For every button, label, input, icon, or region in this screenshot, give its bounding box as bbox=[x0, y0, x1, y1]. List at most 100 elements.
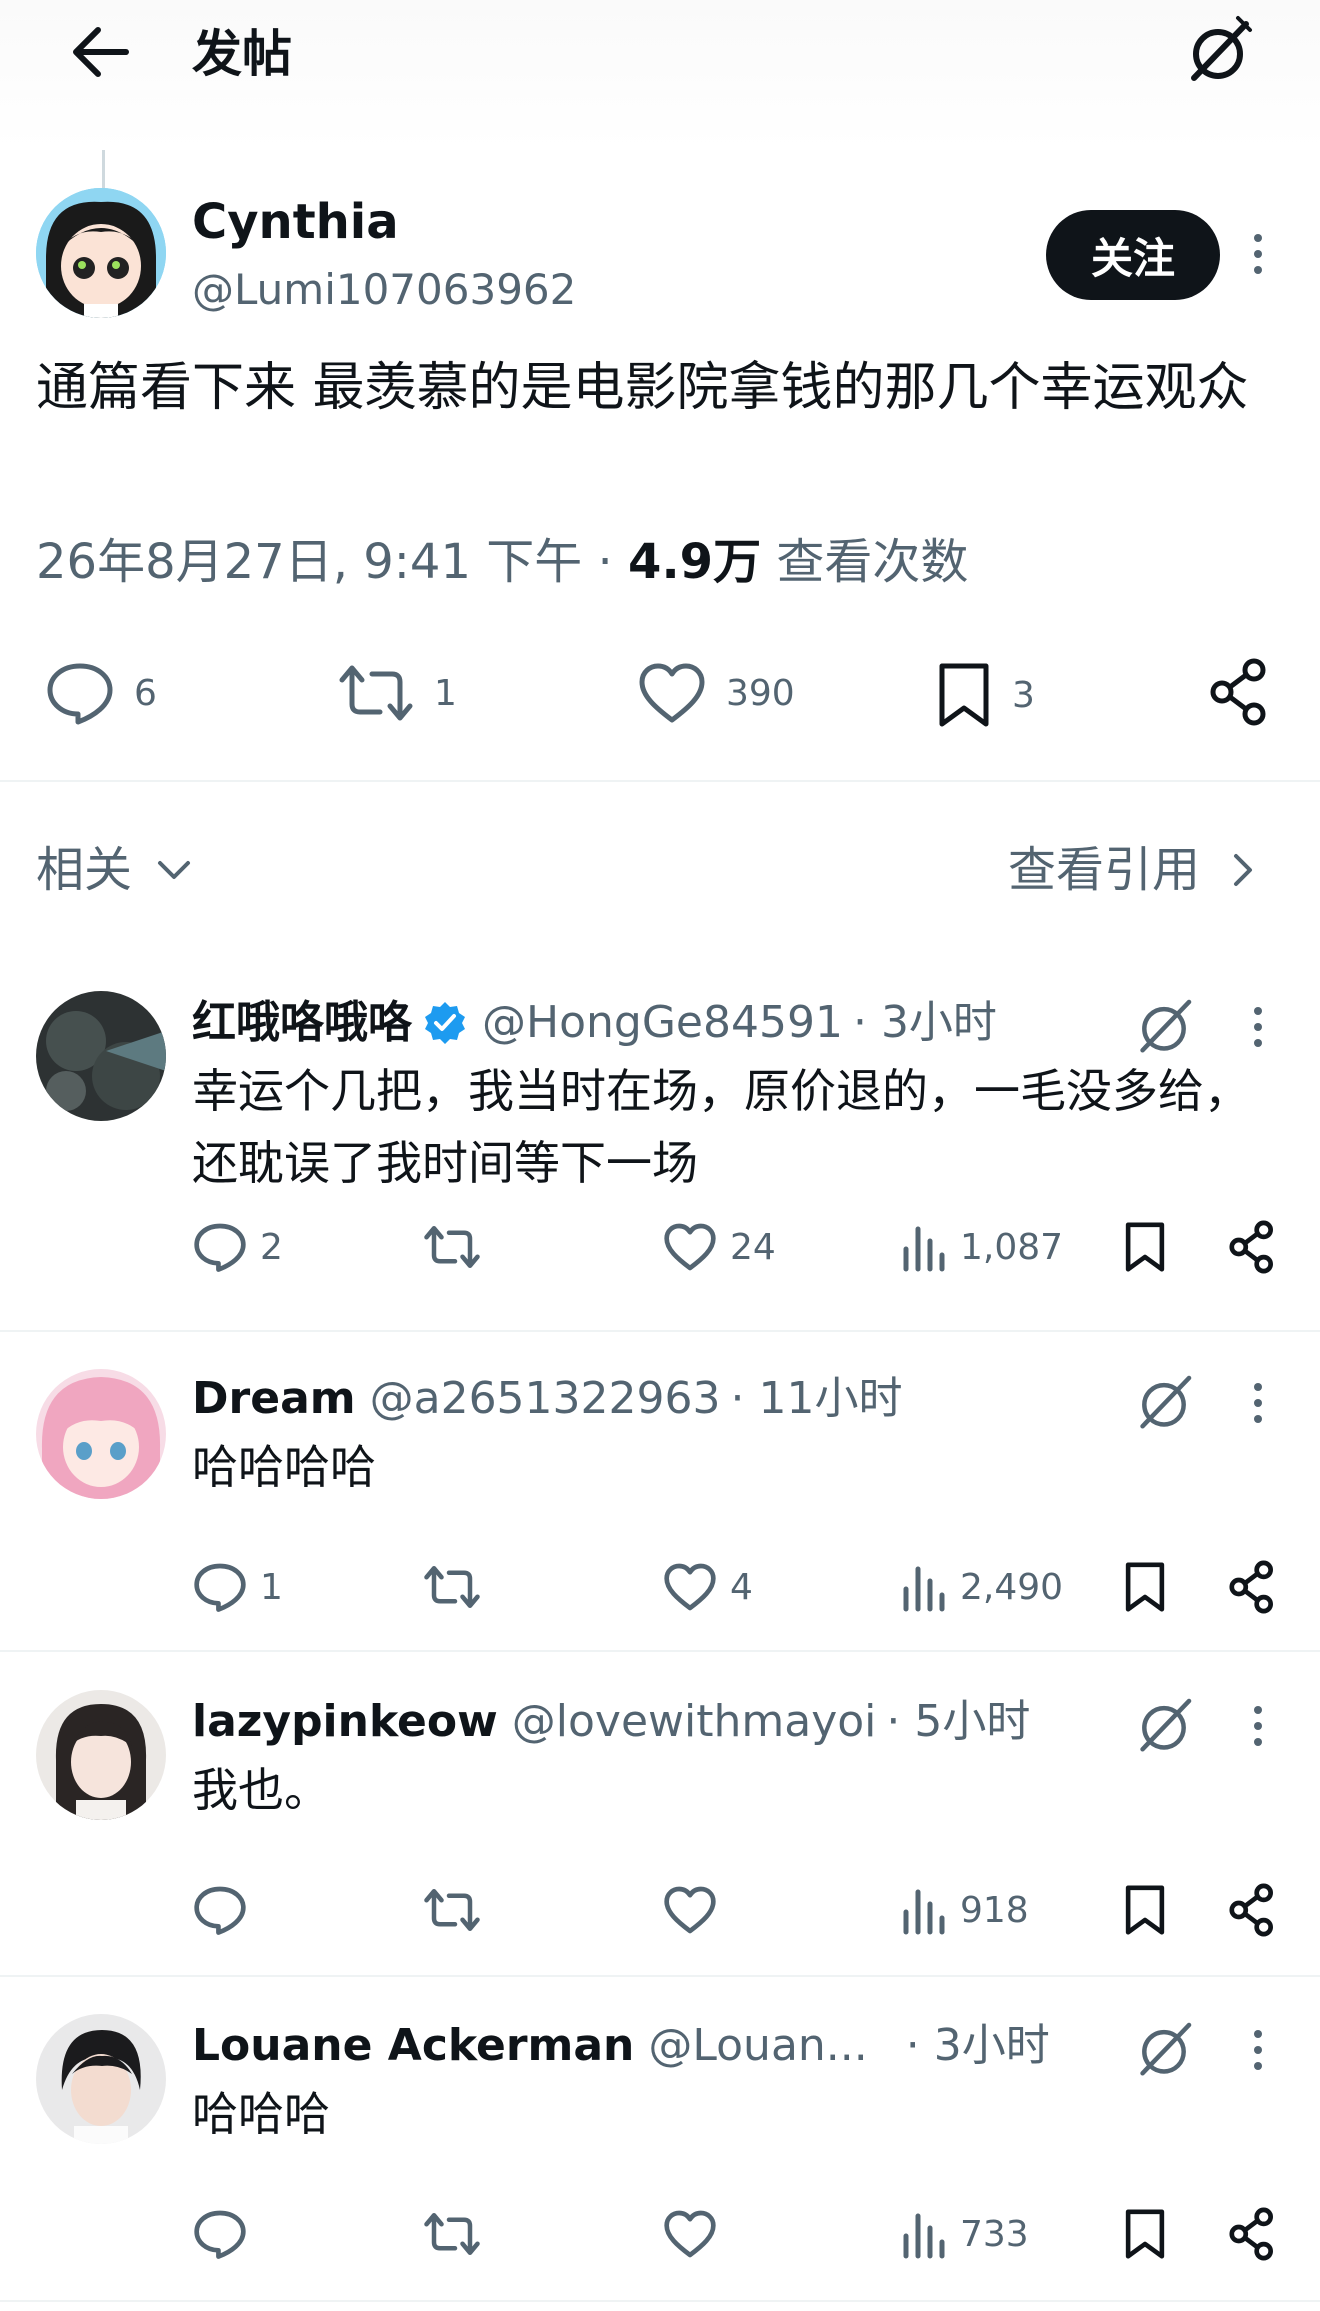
more-icon[interactable] bbox=[1240, 2020, 1276, 2080]
reply-item[interactable]: Dream @a2651322963 · 11小时 哈哈哈哈 1 4 2,490 bbox=[0, 1365, 1320, 1650]
grok-icon[interactable] bbox=[1130, 2016, 1198, 2084]
reply-author-name[interactable]: Dream bbox=[192, 1369, 356, 1429]
divider bbox=[0, 1975, 1320, 1977]
reply-author-handle[interactable]: @a2651322963 bbox=[370, 1369, 721, 1429]
related-label: 相关 bbox=[36, 842, 133, 898]
meta-separator: · bbox=[582, 534, 629, 590]
reply-author-name[interactable]: Louane Ackerman bbox=[192, 2016, 634, 2076]
like-icon bbox=[662, 1221, 718, 1273]
repost-button[interactable] bbox=[422, 1557, 494, 1617]
reply-button[interactable]: 2 bbox=[192, 1217, 283, 1277]
bookmark-icon bbox=[1122, 2207, 1168, 2261]
verified-icon bbox=[422, 1000, 468, 1046]
author-handle[interactable]: @Lumi107063962 bbox=[192, 262, 576, 318]
reply-text: 哈哈哈 bbox=[192, 2087, 330, 2141]
views-count: 4.9万 bbox=[628, 534, 762, 590]
bookmark-button[interactable]: 3 bbox=[934, 660, 1035, 730]
bookmark-icon bbox=[934, 660, 994, 730]
reply-text: 我也。 bbox=[192, 1763, 330, 1817]
divider bbox=[0, 1330, 1320, 1332]
grok-icon[interactable] bbox=[1130, 1692, 1198, 1760]
avatar[interactable] bbox=[36, 991, 166, 1121]
more-icon[interactable] bbox=[1240, 1696, 1276, 1756]
repost-button[interactable] bbox=[422, 1217, 494, 1277]
post-timestamp[interactable]: 26年8月27日, 9:41 下午 bbox=[36, 534, 582, 590]
like-button[interactable]: 4 bbox=[662, 1557, 753, 1617]
reply-icon bbox=[192, 1221, 248, 1273]
reply-item[interactable]: Louane Ackerman @Louan... · 3小时 哈哈哈 733 bbox=[0, 2012, 1320, 2297]
bookmark-icon bbox=[1122, 1560, 1168, 1614]
more-icon[interactable] bbox=[1240, 997, 1276, 1057]
reply-header: Dream @a2651322963 · 11小时 bbox=[192, 1369, 902, 1429]
more-icon[interactable] bbox=[1240, 224, 1276, 284]
like-count: 4 bbox=[730, 1566, 753, 1608]
reply-time[interactable]: · 5小时 bbox=[886, 1692, 1030, 1752]
repost-icon bbox=[422, 1561, 482, 1613]
views-count: 733 bbox=[960, 2213, 1029, 2255]
views-button[interactable]: 1,087 bbox=[900, 1217, 1063, 1277]
like-icon bbox=[662, 2208, 718, 2260]
repost-icon bbox=[336, 660, 416, 726]
reply-time[interactable]: · 3小时 bbox=[853, 993, 997, 1053]
back-arrow-icon[interactable] bbox=[66, 20, 136, 84]
repost-icon bbox=[422, 2208, 482, 2260]
view-quotes-link[interactable]: 查看引用 bbox=[1008, 840, 1256, 900]
share-icon bbox=[1206, 656, 1272, 728]
avatar[interactable] bbox=[36, 188, 166, 318]
repost-button[interactable] bbox=[422, 1880, 494, 1940]
views-button[interactable]: 918 bbox=[900, 1880, 1029, 1940]
reply-button[interactable] bbox=[192, 2204, 260, 2264]
repost-button[interactable] bbox=[422, 2204, 494, 2264]
avatar[interactable] bbox=[36, 1690, 166, 1820]
avatar[interactable] bbox=[36, 1369, 166, 1499]
like-count: 390 bbox=[726, 672, 795, 714]
repost-icon bbox=[422, 1884, 482, 1936]
share-icon bbox=[1226, 2206, 1278, 2262]
bookmark-button[interactable] bbox=[1122, 1557, 1168, 1617]
reply-item[interactable]: 红哦咯哦咯 @HongGe84591 · 3小时 幸运个几把，我当时在场，原价退… bbox=[0, 985, 1320, 1330]
bookmark-button[interactable] bbox=[1122, 1217, 1168, 1277]
grok-icon[interactable] bbox=[1130, 993, 1198, 1061]
views-count: 2,490 bbox=[960, 1566, 1064, 1608]
bookmark-icon bbox=[1122, 1220, 1168, 1274]
reply-button[interactable]: 6 bbox=[44, 660, 157, 726]
like-button[interactable] bbox=[662, 2204, 730, 2264]
reply-author-handle[interactable]: @Louan... bbox=[648, 2016, 867, 2076]
reply-item[interactable]: lazypinkeow @lovewithmayoi · 5小时 我也。 918 bbox=[0, 1688, 1320, 1973]
related-sort-dropdown[interactable]: 相关 bbox=[36, 840, 194, 900]
share-button[interactable] bbox=[1226, 2204, 1278, 2264]
repost-button[interactable]: 1 bbox=[336, 660, 457, 726]
bookmark-button[interactable] bbox=[1122, 1880, 1168, 1940]
reply-author-handle[interactable]: @HongGe84591 bbox=[482, 993, 843, 1053]
divider bbox=[0, 780, 1320, 782]
like-button[interactable]: 24 bbox=[662, 1217, 776, 1277]
views-icon bbox=[900, 2208, 948, 2260]
like-count: 24 bbox=[730, 1226, 776, 1268]
views-button[interactable]: 733 bbox=[900, 2204, 1029, 2264]
avatar[interactable] bbox=[36, 2014, 166, 2144]
follow-button[interactable]: 关注 bbox=[1046, 210, 1220, 300]
like-button[interactable] bbox=[662, 1880, 730, 1940]
share-button[interactable] bbox=[1226, 1557, 1278, 1617]
reply-button[interactable] bbox=[192, 1880, 260, 1940]
reply-author-name[interactable]: 红哦咯哦咯 bbox=[192, 993, 412, 1053]
grok-icon[interactable] bbox=[1130, 1369, 1198, 1437]
grok-icon[interactable] bbox=[1180, 14, 1256, 90]
share-button[interactable] bbox=[1226, 1217, 1278, 1277]
share-button[interactable] bbox=[1226, 1880, 1278, 1940]
reply-button[interactable]: 1 bbox=[192, 1557, 283, 1617]
bookmark-button[interactable] bbox=[1122, 2204, 1168, 2264]
reply-time[interactable]: · 11小时 bbox=[731, 1369, 903, 1429]
reply-time[interactable]: · 3小时 bbox=[906, 2016, 1050, 2076]
views-icon bbox=[900, 1884, 948, 1936]
reply-author-handle[interactable]: @lovewithmayoi bbox=[512, 1692, 877, 1752]
share-button[interactable] bbox=[1206, 656, 1272, 728]
views-button[interactable]: 2,490 bbox=[900, 1557, 1063, 1617]
chevron-right-icon bbox=[1230, 850, 1256, 890]
like-icon bbox=[662, 1884, 718, 1936]
repost-icon bbox=[422, 1221, 482, 1273]
reply-author-name[interactable]: lazypinkeow bbox=[192, 1692, 498, 1752]
author-name[interactable]: Cynthia bbox=[192, 192, 399, 252]
more-icon[interactable] bbox=[1240, 1373, 1276, 1433]
like-button[interactable]: 390 bbox=[636, 660, 795, 726]
